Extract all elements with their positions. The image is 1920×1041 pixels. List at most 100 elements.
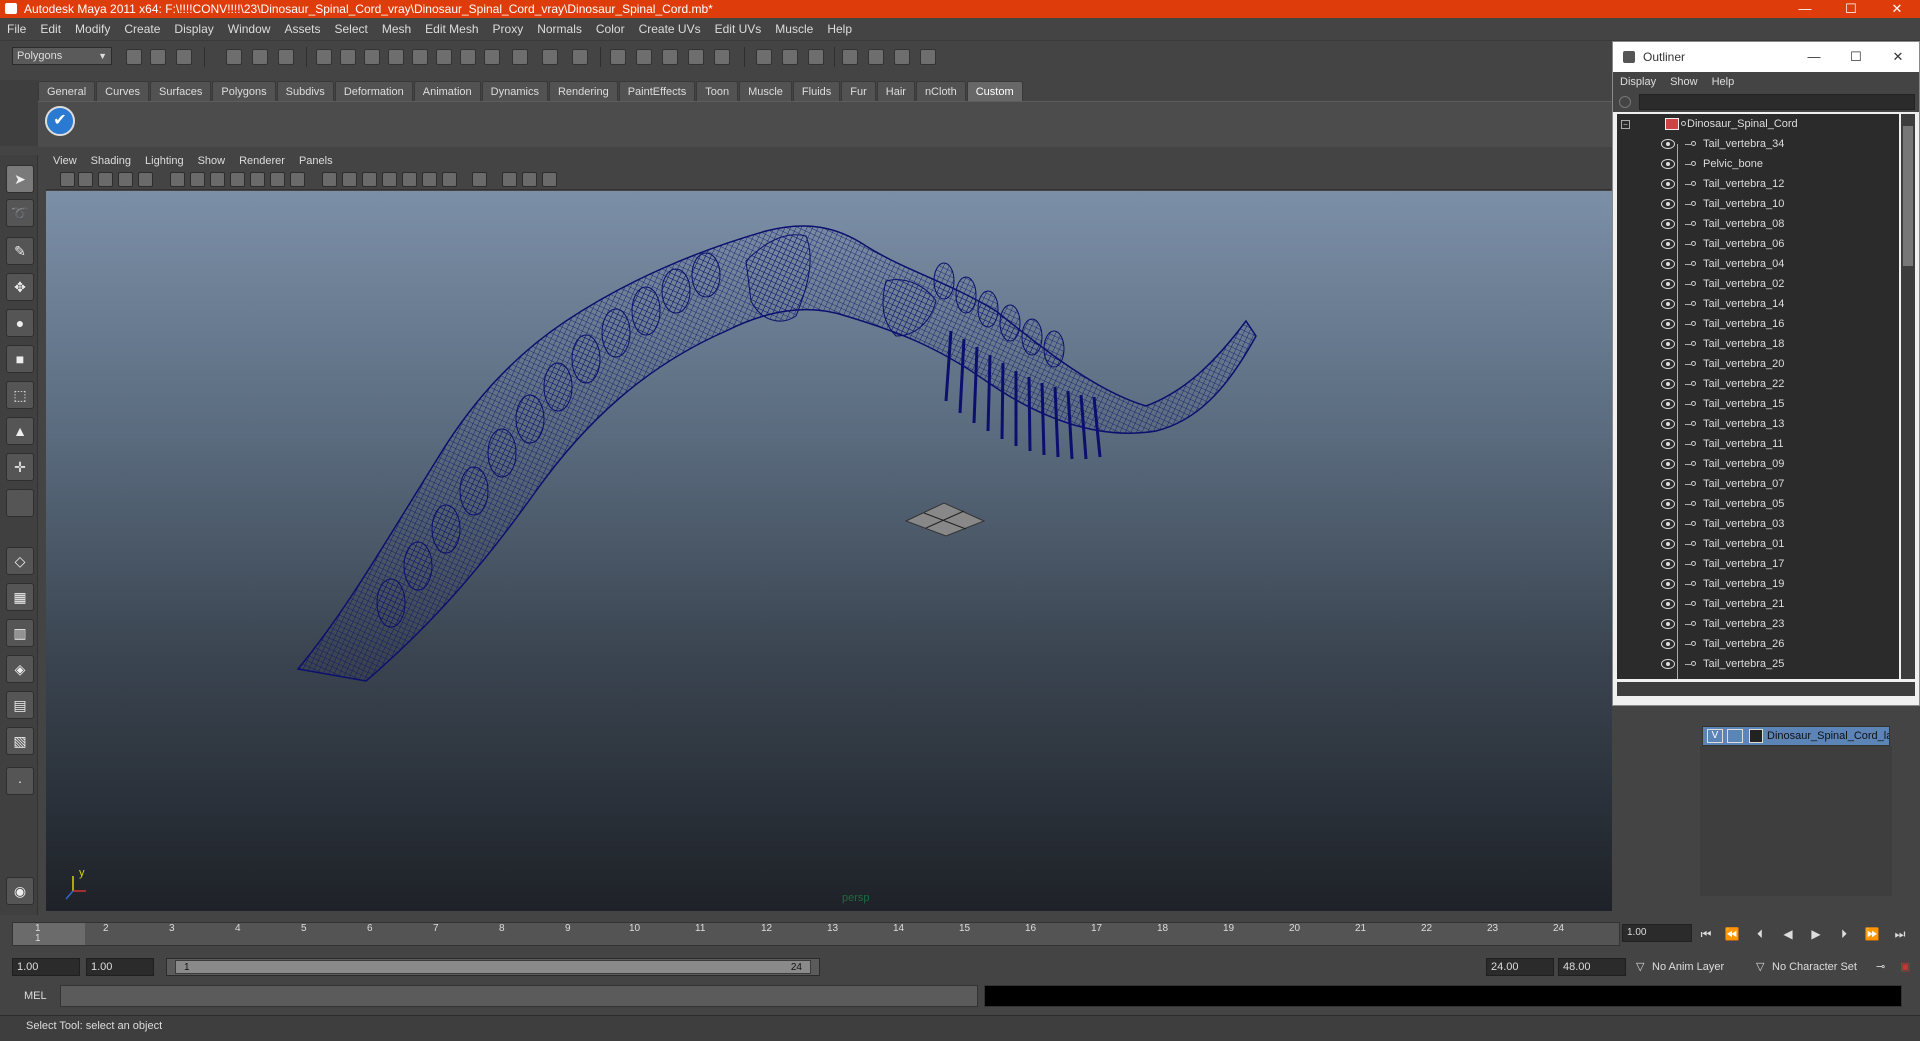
outliner-item[interactable]: Tail_vertebra_34: [1617, 134, 1899, 154]
eye-icon[interactable]: [1661, 279, 1675, 289]
shelf-tab-fluids[interactable]: Fluids: [792, 81, 841, 101]
xray-icon[interactable]: [270, 172, 285, 187]
shelf-tab-rendering[interactable]: Rendering: [548, 81, 618, 101]
show-manipulator-icon[interactable]: ✛: [6, 453, 34, 481]
output-history-icon[interactable]: [782, 49, 798, 65]
range-slider[interactable]: 1 24: [166, 958, 820, 976]
textured-icon[interactable]: [250, 172, 265, 187]
outliner-minimize-button[interactable]: —: [1793, 42, 1835, 72]
outliner-menu-help[interactable]: Help: [1705, 72, 1742, 92]
play-backwards-icon[interactable]: ◀: [1778, 926, 1798, 942]
eye-icon[interactable]: [1661, 239, 1675, 249]
eye-icon[interactable]: [1661, 199, 1675, 209]
cube-blue-icon[interactable]: [342, 172, 357, 187]
select-surfaces-icon[interactable]: [412, 49, 428, 65]
outliner-item[interactable]: Tail_vertebra_13: [1617, 414, 1899, 434]
shelf-tab-fur[interactable]: Fur: [841, 81, 876, 101]
panel-menu-renderer[interactable]: Renderer: [232, 152, 292, 170]
menu-normals[interactable]: Normals: [530, 18, 589, 41]
shadow-sphere-icon[interactable]: [422, 172, 437, 187]
menu-assets[interactable]: Assets: [277, 18, 327, 41]
outliner-horizontal-scrollbar[interactable]: [1617, 682, 1915, 696]
outliner-root-item[interactable]: Dinosaur_Spinal_Cord: [1617, 114, 1899, 134]
eye-icon[interactable]: [1661, 439, 1675, 449]
shelf-tab-subdivs[interactable]: Subdivs: [276, 81, 334, 101]
soft-mod-icon[interactable]: ▲: [6, 417, 34, 445]
eye-icon[interactable]: [1661, 479, 1675, 489]
snap-grid-icon[interactable]: [610, 49, 626, 65]
layer-type-toggle[interactable]: [1727, 729, 1743, 743]
outliner-item[interactable]: Tail_vertebra_25: [1617, 654, 1899, 674]
eye-icon[interactable]: [1661, 139, 1675, 149]
shelf-tab-curves[interactable]: Curves: [96, 81, 149, 101]
eye-icon[interactable]: [1661, 159, 1675, 169]
outliner-item[interactable]: Tail_vertebra_12: [1617, 174, 1899, 194]
panel-menu-show[interactable]: Show: [191, 152, 233, 170]
eye-icon[interactable]: [1661, 319, 1675, 329]
text-icon[interactable]: [290, 172, 305, 187]
lock-selection-icon[interactable]: [542, 49, 558, 65]
isolate-select-icon[interactable]: [472, 172, 487, 187]
eye-icon[interactable]: [1661, 179, 1675, 189]
select-component-icon[interactable]: [278, 49, 294, 65]
render-frame-icon[interactable]: [842, 49, 858, 65]
outliner-menu-show[interactable]: Show: [1663, 72, 1705, 92]
shade-wire-icon[interactable]: [210, 172, 225, 187]
menu-display[interactable]: Display: [167, 18, 220, 41]
time-slider-track[interactable]: 1 1 2 3 4 5 6 7 8 9 10 11 12 13 14 15 16…: [12, 922, 1620, 946]
menu-select[interactable]: Select: [327, 18, 374, 41]
shelf-tab-surfaces[interactable]: Surfaces: [149, 81, 212, 101]
outliner-item[interactable]: Tail_vertebra_23: [1617, 614, 1899, 634]
snap-curve-icon[interactable]: [636, 49, 652, 65]
single-perspective-layout-icon[interactable]: ◇: [6, 547, 34, 575]
snap-view-plane-icon[interactable]: [688, 49, 704, 65]
mode-selector-dropdown[interactable]: Polygons ▼: [12, 47, 112, 65]
outliner-item[interactable]: Tail_vertebra_10: [1617, 194, 1899, 214]
scrollbar-thumb[interactable]: [1903, 126, 1913, 266]
select-dynamics-icon[interactable]: [460, 49, 476, 65]
perspective-viewport[interactable]: y: [46, 191, 1612, 911]
outliner-item[interactable]: Tail_vertebra_21: [1617, 594, 1899, 614]
outliner-item[interactable]: Tail_vertebra_20: [1617, 354, 1899, 374]
filter-icon[interactable]: [1619, 96, 1631, 108]
four-view-layout-icon[interactable]: ▦: [6, 583, 34, 611]
grid-toggle-icon[interactable]: [138, 172, 153, 187]
select-rendering-icon[interactable]: [484, 49, 500, 65]
outliner-item[interactable]: Tail_vertebra_16: [1617, 314, 1899, 334]
current-frame-field[interactable]: 1.00: [1622, 924, 1692, 942]
step-back-frame-icon[interactable]: ⏴: [1750, 926, 1770, 942]
outliner-item[interactable]: Tail_vertebra_04: [1617, 254, 1899, 274]
more-layouts-icon[interactable]: ·: [6, 767, 34, 795]
bookmark-icon[interactable]: [98, 172, 113, 187]
checkmark-icon[interactable]: ✔: [45, 106, 75, 136]
persp-uv-layout-icon[interactable]: ▧: [6, 727, 34, 755]
outliner-item[interactable]: Tail_vertebra_18: [1617, 334, 1899, 354]
film-gate-icon[interactable]: [522, 172, 537, 187]
hud-icon[interactable]: [542, 172, 557, 187]
go-to-end-icon[interactable]: ⏭: [1890, 926, 1910, 942]
auto-key-icon[interactable]: ⊸: [1876, 958, 1885, 976]
render-settings-icon[interactable]: [894, 49, 910, 65]
outliner-item[interactable]: Tail_vertebra_11: [1617, 434, 1899, 454]
eye-icon[interactable]: [1661, 219, 1675, 229]
manipulator-icon[interactable]: ⬚: [6, 381, 34, 409]
rotate-icon[interactable]: ●: [6, 309, 34, 337]
hypershade-layout-icon[interactable]: ▤: [6, 691, 34, 719]
eye-icon[interactable]: [1661, 399, 1675, 409]
eye-icon[interactable]: [1661, 459, 1675, 469]
shelf-tab-painteffects[interactable]: PaintEffects: [618, 81, 696, 101]
shelf-tab-custom[interactable]: Custom: [966, 81, 1023, 101]
persp-graph-layout-icon[interactable]: ◈: [6, 655, 34, 683]
isolate-cube-icon[interactable]: [322, 172, 337, 187]
menu-edit-mesh[interactable]: Edit Mesh: [418, 18, 485, 41]
eye-icon[interactable]: [1661, 339, 1675, 349]
outliner-item[interactable]: Tail_vertebra_08: [1617, 214, 1899, 234]
playback-start-field[interactable]: 1.00: [86, 958, 154, 976]
shelf-tab-dynamics[interactable]: Dynamics: [481, 81, 548, 101]
outliner-item[interactable]: Tail_vertebra_06: [1617, 234, 1899, 254]
select-camera-icon[interactable]: [60, 172, 75, 187]
shelf-tab-polygons[interactable]: Polygons: [212, 81, 276, 101]
eye-icon[interactable]: [1661, 359, 1675, 369]
shelf-tab-general[interactable]: General: [38, 81, 96, 101]
quick-layout-icon[interactable]: ◉: [6, 877, 34, 905]
